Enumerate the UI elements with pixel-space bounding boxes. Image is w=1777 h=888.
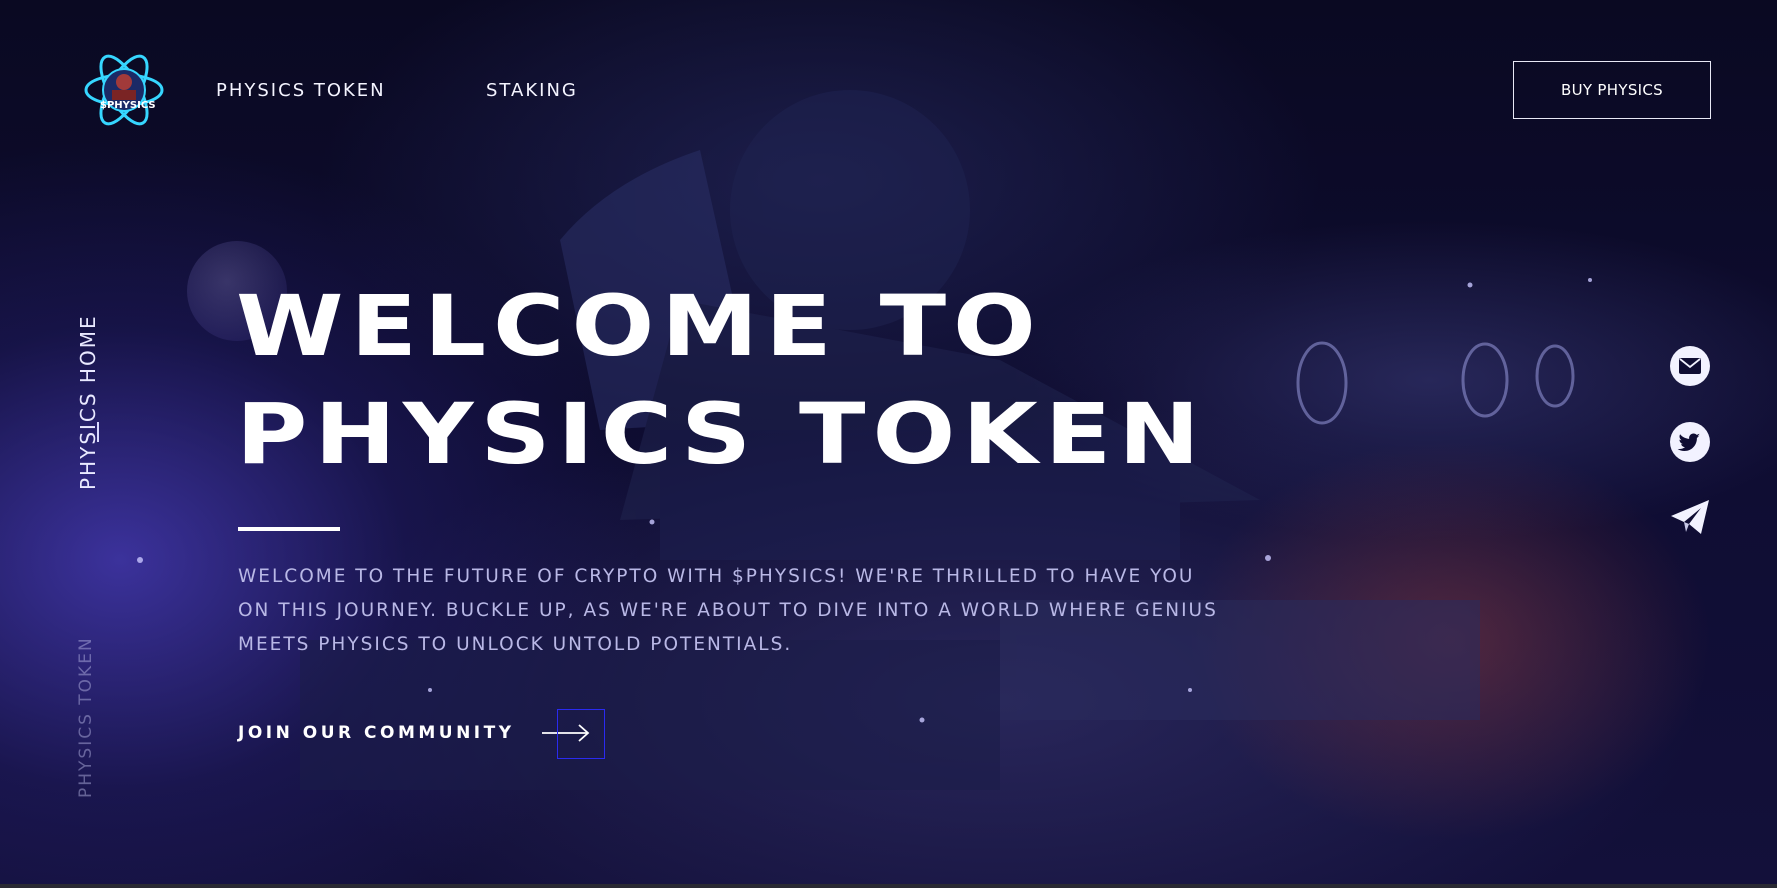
logo-text: $PHYSICS	[100, 100, 156, 111]
logo[interactable]: $PHYSICS	[82, 44, 166, 136]
scene-star	[428, 688, 432, 692]
scene-star	[1188, 688, 1192, 692]
atom-logo-icon	[84, 54, 164, 126]
hero-description: WELCOME TO THE FUTURE OF CRYPTO WITH $PH…	[238, 566, 1218, 655]
buy-physics-button[interactable]: BUY PHYSICS	[1513, 61, 1711, 119]
bottom-bar	[0, 884, 1777, 888]
scene-ring	[1296, 341, 1348, 425]
hero-title: WELCOME TO PHYSICS TOKEN	[236, 272, 1207, 488]
scene-star	[1467, 282, 1473, 288]
mail-icon[interactable]	[1668, 344, 1712, 388]
join-community-label: JOIN OUR COMMUNITY	[238, 723, 515, 743]
hero-page: $PHYSICS PHYSICS TOKEN STAKING BUY PHYSI…	[0, 0, 1777, 888]
twitter-icon[interactable]	[1668, 420, 1712, 464]
title-underline	[238, 527, 340, 531]
side-nav-physics-token[interactable]: PHYSICS TOKEN	[76, 636, 96, 798]
nav-physics-token[interactable]: PHYSICS TOKEN	[216, 80, 386, 101]
hero-title-line-2: PHYSICS TOKEN	[236, 385, 1207, 483]
focus-outline	[557, 709, 605, 759]
nav-staking[interactable]: STAKING	[486, 80, 578, 101]
side-nav-indicator	[97, 422, 99, 442]
side-nav-physics-home[interactable]: PHYSICS HOME	[76, 314, 100, 490]
scene-ring	[1535, 344, 1575, 408]
scene-star	[137, 557, 143, 563]
scene-star	[1265, 555, 1271, 561]
join-community-link[interactable]: JOIN OUR COMMUNITY	[238, 722, 591, 744]
scene-star	[1588, 278, 1592, 282]
scene-star	[919, 717, 925, 723]
scene-base	[300, 640, 1000, 790]
scene-star	[649, 519, 655, 525]
scene-ring	[1461, 342, 1509, 418]
hero-title-line-1: WELCOME TO	[236, 277, 1043, 375]
telegram-icon[interactable]	[1668, 495, 1712, 539]
